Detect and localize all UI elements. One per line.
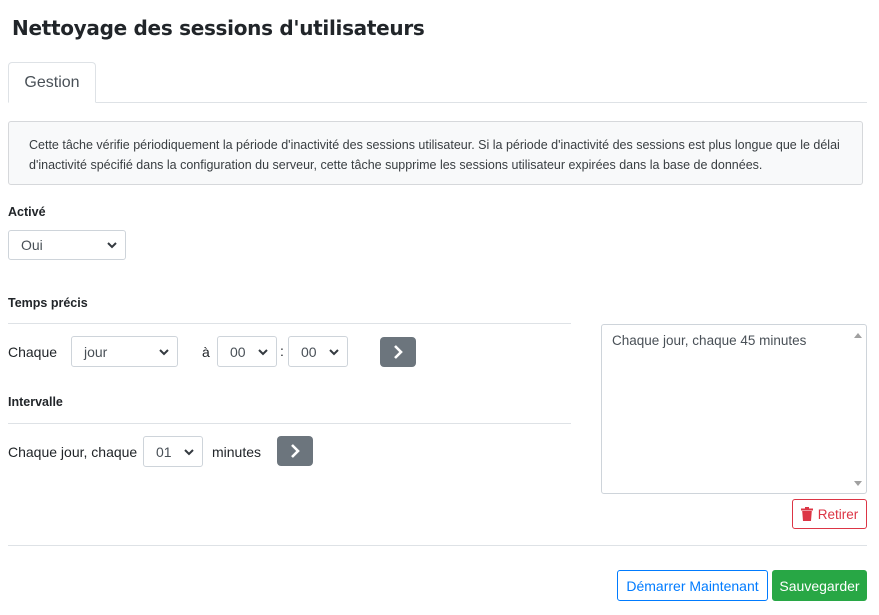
save-button[interactable]: Sauvegarder [772, 570, 867, 601]
tab-bar-divider [8, 102, 867, 103]
precise-at-label: à [202, 344, 210, 360]
apply-interval-button[interactable] [277, 436, 313, 466]
precise-time-divider [8, 323, 571, 324]
page-title: Nettoyage des sessions d'utilisateurs [12, 16, 425, 40]
interval-label: Intervalle [8, 395, 63, 409]
active-label: Activé [8, 205, 46, 219]
apply-precise-button[interactable] [380, 337, 416, 367]
chevron-down-icon [184, 448, 194, 455]
precise-time-label: Temps précis [8, 296, 88, 310]
hour-select-value: 00 [230, 343, 246, 360]
interval-prefix: Chaque jour, chaque [8, 444, 138, 460]
schedule-output-text: Chaque jour, chaque 45 minutes [612, 333, 807, 348]
footer-divider [8, 545, 867, 546]
period-select-value: jour [84, 343, 108, 360]
remove-button[interactable]: Retirer [792, 499, 867, 529]
schedule-output-textarea[interactable]: Chaque jour, chaque 45 minutes [601, 324, 867, 494]
hour-select[interactable]: 00 [217, 336, 277, 367]
chevron-down-icon [258, 348, 268, 355]
chevron-down-icon [329, 348, 339, 355]
period-select[interactable]: jour [71, 336, 178, 367]
chevron-down-icon [107, 242, 117, 249]
start-now-button[interactable]: Démarrer Maintenant [617, 570, 768, 601]
interval-select[interactable]: 01 [143, 436, 203, 467]
minute-select[interactable]: 00 [288, 336, 348, 367]
active-select-value: Oui [21, 237, 43, 253]
minute-select-value: 00 [301, 343, 317, 360]
info-panel: Cette tâche vérifie périodiquement la pé… [8, 121, 863, 185]
interval-divider [8, 423, 571, 424]
time-colon: : [280, 343, 284, 359]
chevron-down-icon [159, 348, 169, 355]
precise-every-label: Chaque [8, 344, 58, 360]
interval-select-value: 01 [156, 443, 172, 460]
textarea-scrollbar[interactable] [851, 326, 865, 492]
trash-icon [800, 507, 813, 521]
tab-gestion[interactable]: Gestion [8, 62, 96, 103]
chevron-right-icon [291, 444, 300, 458]
chevron-right-icon [394, 345, 403, 359]
interval-unit: minutes [212, 444, 262, 460]
remove-button-label: Retirer [817, 506, 859, 522]
active-select[interactable]: Oui [8, 230, 126, 260]
scroll-up-icon[interactable] [854, 332, 862, 338]
scroll-down-icon[interactable] [854, 481, 862, 487]
